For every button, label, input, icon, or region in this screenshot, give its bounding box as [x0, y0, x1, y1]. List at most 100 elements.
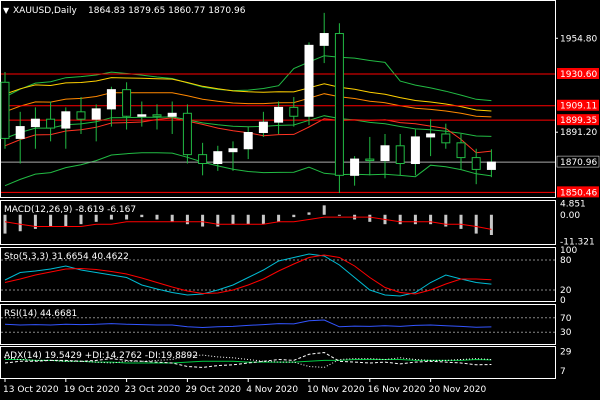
macd-bar — [125, 214, 129, 220]
macd-bar — [216, 214, 220, 227]
bear-candle-body — [76, 111, 86, 120]
candle[interactable] — [471, 148, 481, 185]
stoch-tick-label: 80 — [560, 256, 572, 266]
rsi-line — [4, 319, 492, 329]
macd-bar — [429, 214, 433, 225]
macd-bar — [398, 214, 402, 225]
candle[interactable] — [46, 101, 56, 142]
candle[interactable] — [182, 104, 192, 164]
macd-bar — [459, 214, 463, 229]
stoch-label: Sto(5,3,3) 31.6654 40.4622 — [4, 252, 129, 262]
candle[interactable] — [137, 101, 147, 127]
candle[interactable] — [380, 133, 390, 179]
date-tick-label: 13 Oct 2020 — [3, 385, 59, 395]
symbol-label: XAUUSD,Daily — [13, 6, 77, 16]
bull-candle-body — [15, 126, 25, 139]
macd-bar — [3, 214, 7, 234]
candle[interactable] — [365, 136, 375, 176]
current-price-label: 1870.96 — [560, 158, 597, 168]
candle[interactable] — [258, 111, 268, 137]
bear-candle-body — [395, 145, 405, 165]
macd-bar — [185, 214, 189, 225]
macd-bar — [277, 214, 281, 222]
candle[interactable] — [410, 129, 420, 176]
adx-tick-label: 29 — [560, 348, 572, 358]
bull-candle-body — [350, 158, 360, 176]
macd-bar — [109, 214, 113, 220]
macd-tick-label: 0.00 — [560, 211, 580, 221]
price-tick-label: 1891.20 — [560, 128, 597, 138]
bear-candle-body — [456, 142, 466, 159]
bear-candle-body — [122, 89, 132, 117]
macd-bar — [489, 214, 493, 235]
adx-label: ADX(14) 19.5429 +DI:14.2762 -DI:19.8892 — [4, 351, 198, 361]
macd-label: MACD(12,26,9) -8.619 -6.167 — [4, 205, 136, 215]
symbol-header: ▼ XAUUSD,Daily 1864.83 1879.65 1860.77 1… — [3, 6, 246, 16]
ohlc-readout: 1864.83 1879.65 1860.77 1870.96 — [88, 6, 246, 16]
candle[interactable] — [304, 42, 314, 126]
macd-bar — [94, 214, 98, 222]
bear-candle-body — [334, 33, 344, 176]
macd-bar — [413, 214, 417, 225]
macd-bar — [64, 214, 68, 227]
rsi-tick-label: 30 — [560, 328, 572, 338]
candle[interactable] — [334, 23, 344, 194]
candle[interactable] — [486, 149, 496, 178]
price-tick-label: 1954.80 — [560, 34, 597, 44]
candle[interactable] — [243, 126, 253, 160]
bear-candle-body — [0, 81, 10, 139]
macd-bar — [322, 205, 326, 215]
date-tick-label: 19 Oct 2020 — [64, 385, 120, 395]
bear-candle-body — [46, 118, 56, 129]
candle[interactable] — [274, 101, 284, 134]
macd-bar — [201, 214, 205, 227]
macd-bar — [140, 214, 144, 218]
bear-candle-body — [471, 157, 481, 170]
macd-bar — [79, 214, 83, 225]
candle[interactable] — [15, 111, 25, 164]
macd-bar — [246, 214, 250, 225]
macd-bar — [18, 214, 22, 232]
candle[interactable] — [61, 107, 71, 149]
macd-bar — [368, 214, 372, 222]
macd-bar — [155, 214, 159, 220]
candle[interactable] — [213, 145, 223, 171]
candle[interactable] — [91, 104, 101, 142]
candle[interactable] — [228, 141, 238, 171]
bull-candle-body — [91, 108, 101, 120]
candle[interactable] — [76, 97, 86, 134]
candle[interactable] — [426, 119, 436, 157]
macd-tick-label: 4.851 — [560, 199, 586, 209]
macd-bar — [261, 214, 265, 225]
adx-tick-label: 7 — [560, 367, 566, 377]
bear-candle-body — [182, 112, 192, 156]
bull-candle-body — [486, 161, 496, 170]
bollinger-upper-line — [4, 55, 492, 102]
bear-candle-body — [289, 106, 299, 117]
candle[interactable] — [395, 133, 405, 176]
bull-candle-body — [213, 151, 223, 165]
rsi-chart[interactable] — [1, 317, 555, 333]
candle[interactable] — [350, 156, 360, 186]
bull-candle-body — [106, 89, 116, 110]
candle[interactable] — [456, 133, 466, 170]
bull-candle-body — [426, 133, 436, 138]
candle[interactable] — [198, 142, 208, 176]
date-tick-label: 4 Nov 2020 — [246, 385, 298, 395]
bull-candle-body — [228, 148, 238, 153]
price-chart[interactable] — [0, 12, 555, 194]
bull-candle-body — [30, 118, 40, 128]
rsi-label: RSI(14) 44.6681 — [4, 309, 77, 319]
level-1850-label: 1850.46 — [560, 188, 597, 198]
stoch-tick-label: 0 — [560, 296, 566, 306]
bull-candle-body — [410, 136, 420, 165]
bear-candle-body — [365, 158, 375, 162]
macd-bar — [337, 214, 341, 216]
chart-canvas[interactable]: 1954.80 1891.20 1930.60 1909.11 1899.35 1850.… — [0, 0, 600, 400]
candle[interactable] — [441, 123, 451, 149]
date-tick-label: 29 Oct 2020 — [185, 385, 241, 395]
candle[interactable] — [0, 71, 10, 149]
macd-bar — [49, 214, 53, 227]
date-tick-label: 23 Oct 2020 — [125, 385, 181, 395]
rsi-tick-label: 70 — [560, 314, 572, 324]
